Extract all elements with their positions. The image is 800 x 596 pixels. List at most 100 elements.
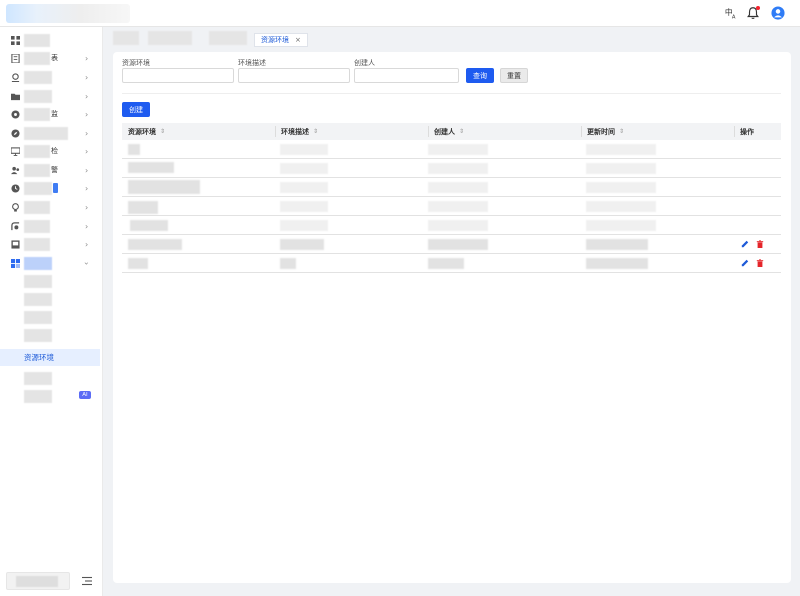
chevron-right-icon: › — [85, 183, 89, 193]
submenu-label — [24, 311, 52, 324]
sidebar-item-book[interactable]: › — [0, 235, 103, 253]
sidebar-item-monitor[interactable]: › — [0, 68, 103, 86]
cell-env — [128, 180, 200, 194]
submenu-item[interactable] — [0, 309, 100, 326]
column-header-desc[interactable]: 环境描述 ⇕ — [275, 123, 428, 140]
sidebar-item-label-blur — [24, 163, 50, 177]
sidebar: 表 › › › 监 › › 检 › 警 › › › › › › 资源环境 AI — [0, 27, 103, 596]
table-row[interactable] — [122, 197, 781, 216]
sidebar-item-resources[interactable]: › — [0, 254, 103, 272]
sidebar-item-dashboard[interactable] — [0, 31, 103, 49]
submenu-item[interactable] — [0, 273, 100, 290]
sidebar-item-bulb[interactable]: › — [0, 198, 103, 216]
sidebar-item-label — [24, 89, 52, 103]
creator-filter-label: 创建人 — [354, 59, 375, 67]
sidebar-item-clock[interactable]: › — [0, 179, 103, 197]
table-row[interactable] — [122, 216, 781, 235]
cell-env — [128, 162, 174, 173]
env-filter-input[interactable] — [122, 68, 234, 83]
filter-divider — [122, 93, 781, 94]
column-header-updated[interactable]: 更新时间 ⇕ — [581, 123, 734, 140]
new-marker — [53, 183, 58, 193]
bell-icon[interactable] — [746, 6, 760, 20]
search-button[interactable]: 查询 — [466, 68, 494, 83]
column-header-env[interactable]: 资源环境 ⇕ — [122, 123, 275, 140]
cell-creator — [428, 163, 488, 174]
circle-gear-icon — [11, 109, 20, 119]
sidebar-item-folder[interactable]: › — [0, 87, 103, 105]
cell-creator — [428, 258, 464, 269]
sort-icon[interactable]: ⇕ — [160, 128, 165, 135]
app-logo[interactable] — [6, 4, 130, 23]
cell-desc — [280, 182, 328, 193]
sidebar-item-label — [24, 70, 52, 84]
env-filter-label: 资源环境 — [122, 59, 150, 67]
close-icon[interactable]: × — [295, 36, 301, 44]
cell-env — [128, 201, 158, 214]
tab-resource-env[interactable]: 资源环境 × — [254, 33, 308, 47]
submenu-label — [24, 372, 52, 385]
sidebar-item-report[interactable]: 表 › — [0, 49, 103, 67]
sort-icon[interactable]: ⇕ — [619, 128, 624, 135]
create-button[interactable]: 创建 — [122, 102, 150, 117]
chevron-right-icon: › — [85, 146, 89, 156]
desc-filter-input[interactable] — [238, 68, 350, 83]
sidebar-item-label-blur — [24, 107, 50, 121]
sidebar-item-label-blur — [24, 51, 50, 65]
table-row[interactable] — [122, 254, 781, 273]
sidebar-item-compass[interactable]: › — [0, 124, 103, 142]
chevron-right-icon: › — [85, 221, 89, 231]
people-icon — [11, 166, 20, 175]
column-header-creator[interactable]: 创建人 ⇕ — [428, 123, 581, 140]
cell-desc — [280, 220, 328, 231]
submenu-item[interactable] — [0, 291, 100, 308]
delete-icon[interactable] — [756, 240, 764, 248]
submenu-label — [24, 293, 52, 306]
notification-dot — [756, 6, 760, 10]
translate-icon[interactable]: 中A — [724, 6, 738, 20]
sidebar-item-alarm[interactable]: 警 › — [0, 161, 103, 179]
cell-env — [128, 239, 182, 250]
cell-updated — [586, 220, 656, 231]
chevron-right-icon: › — [85, 53, 89, 63]
menu-collapse-icon[interactable] — [82, 576, 92, 586]
footer-label — [16, 576, 58, 587]
sidebar-footer-item[interactable] — [6, 572, 70, 590]
tab-placeholder[interactable] — [209, 31, 247, 45]
user-avatar-icon[interactable] — [771, 6, 785, 20]
sidebar-item-label — [24, 33, 50, 47]
submenu-label — [24, 275, 52, 288]
submenu-item-resource-env[interactable]: 资源环境 — [0, 349, 100, 366]
chevron-right-icon: › — [85, 239, 89, 249]
cell-creator — [428, 201, 488, 212]
monitor-icon — [11, 72, 20, 82]
cell-desc — [280, 144, 328, 155]
submenu-item[interactable] — [0, 327, 100, 344]
submenu-label — [24, 329, 52, 342]
sidebar-item-screen[interactable]: 检 › — [0, 142, 103, 160]
sort-icon[interactable]: ⇕ — [459, 128, 464, 135]
column-title: 环境描述 — [281, 127, 309, 136]
submenu-item[interactable] — [0, 370, 100, 387]
sidebar-item-flow[interactable]: › — [0, 217, 103, 235]
cell-env — [128, 258, 148, 269]
table-row[interactable] — [122, 178, 781, 197]
compass-icon — [11, 128, 20, 138]
tab-placeholder[interactable] — [148, 31, 192, 45]
sort-icon[interactable]: ⇕ — [313, 128, 318, 135]
table-row[interactable] — [122, 159, 781, 178]
delete-icon[interactable] — [756, 259, 764, 267]
table-row[interactable] — [122, 140, 781, 159]
tab-placeholder[interactable] — [113, 31, 139, 45]
edit-icon[interactable] — [741, 259, 749, 267]
top-header: 中A — [0, 0, 800, 27]
cell-updated — [586, 182, 656, 193]
table-row[interactable] — [122, 235, 781, 254]
cell-updated — [586, 163, 656, 174]
book-icon — [11, 239, 20, 249]
chevron-right-icon: › — [85, 109, 89, 119]
edit-icon[interactable] — [741, 240, 749, 248]
creator-filter-input[interactable] — [354, 68, 459, 83]
reset-button[interactable]: 重置 — [500, 68, 528, 83]
sidebar-item-gear[interactable]: 监 › — [0, 105, 103, 123]
